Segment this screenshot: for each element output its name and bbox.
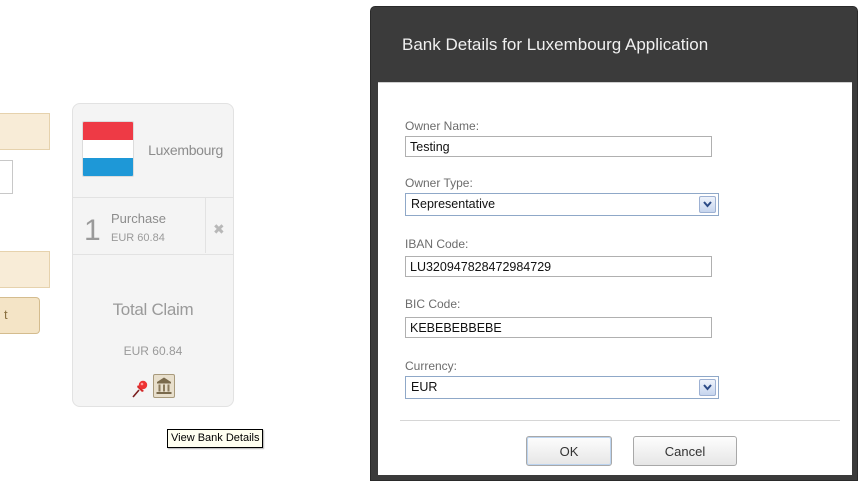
item-title: Purchase [111, 211, 166, 226]
dialog-footer-divider [400, 420, 840, 421]
owner-type-select[interactable]: Representative [405, 193, 719, 216]
item-quantity: 1 [84, 214, 101, 247]
item-price: EUR 60.84 [111, 232, 165, 244]
bic-code-input[interactable] [405, 317, 712, 338]
close-icon[interactable]: ✖ [213, 221, 225, 238]
background-input-fragment [0, 160, 13, 194]
dialog-body: Owner Name: Owner Type: Representative I… [378, 82, 852, 475]
pushpin-icon[interactable] [131, 380, 149, 398]
total-claim-label: Total Claim [112, 300, 194, 319]
ok-button[interactable]: OK [526, 436, 612, 466]
bank-details-dialog: Bank Details for Luxembourg Application … [370, 6, 858, 481]
cancel-button[interactable]: Cancel [633, 436, 737, 466]
owner-name-label: Owner Name: [405, 119, 480, 133]
luxembourg-flag-icon [82, 121, 134, 177]
currency-select[interactable]: EUR [405, 376, 719, 399]
card-divider [73, 254, 233, 255]
bic-code-label: BIC Code: [405, 297, 461, 311]
iban-code-label: IBAN Code: [405, 237, 469, 251]
owner-name-input[interactable] [405, 136, 712, 157]
country-card: Luxembourg 1 Purchase EUR 60.84 ✖ Total … [72, 103, 234, 407]
chevron-down-icon[interactable] [699, 196, 716, 213]
owner-type-label: Owner Type: [405, 176, 473, 190]
chevron-down-icon[interactable] [699, 379, 716, 396]
country-name: Luxembourg [148, 142, 223, 158]
card-divider [73, 197, 233, 198]
view-bank-details-tooltip: View Bank Details [167, 429, 264, 448]
bank-icon[interactable] [153, 374, 175, 398]
iban-code-input[interactable] [405, 256, 712, 277]
background-button-label: t [4, 307, 8, 322]
dialog-title: Bank Details for Luxembourg Application [402, 35, 709, 54]
item-divider [205, 198, 206, 253]
background-button-fragment[interactable]: t [0, 297, 40, 334]
total-claim-value: EUR 60.84 [123, 344, 183, 358]
background-panel-bar [0, 113, 50, 150]
currency-selected-value: EUR [411, 380, 438, 394]
background-panel-bar [0, 251, 50, 288]
owner-type-selected-value: Representative [411, 197, 496, 211]
currency-label: Currency: [405, 359, 458, 373]
